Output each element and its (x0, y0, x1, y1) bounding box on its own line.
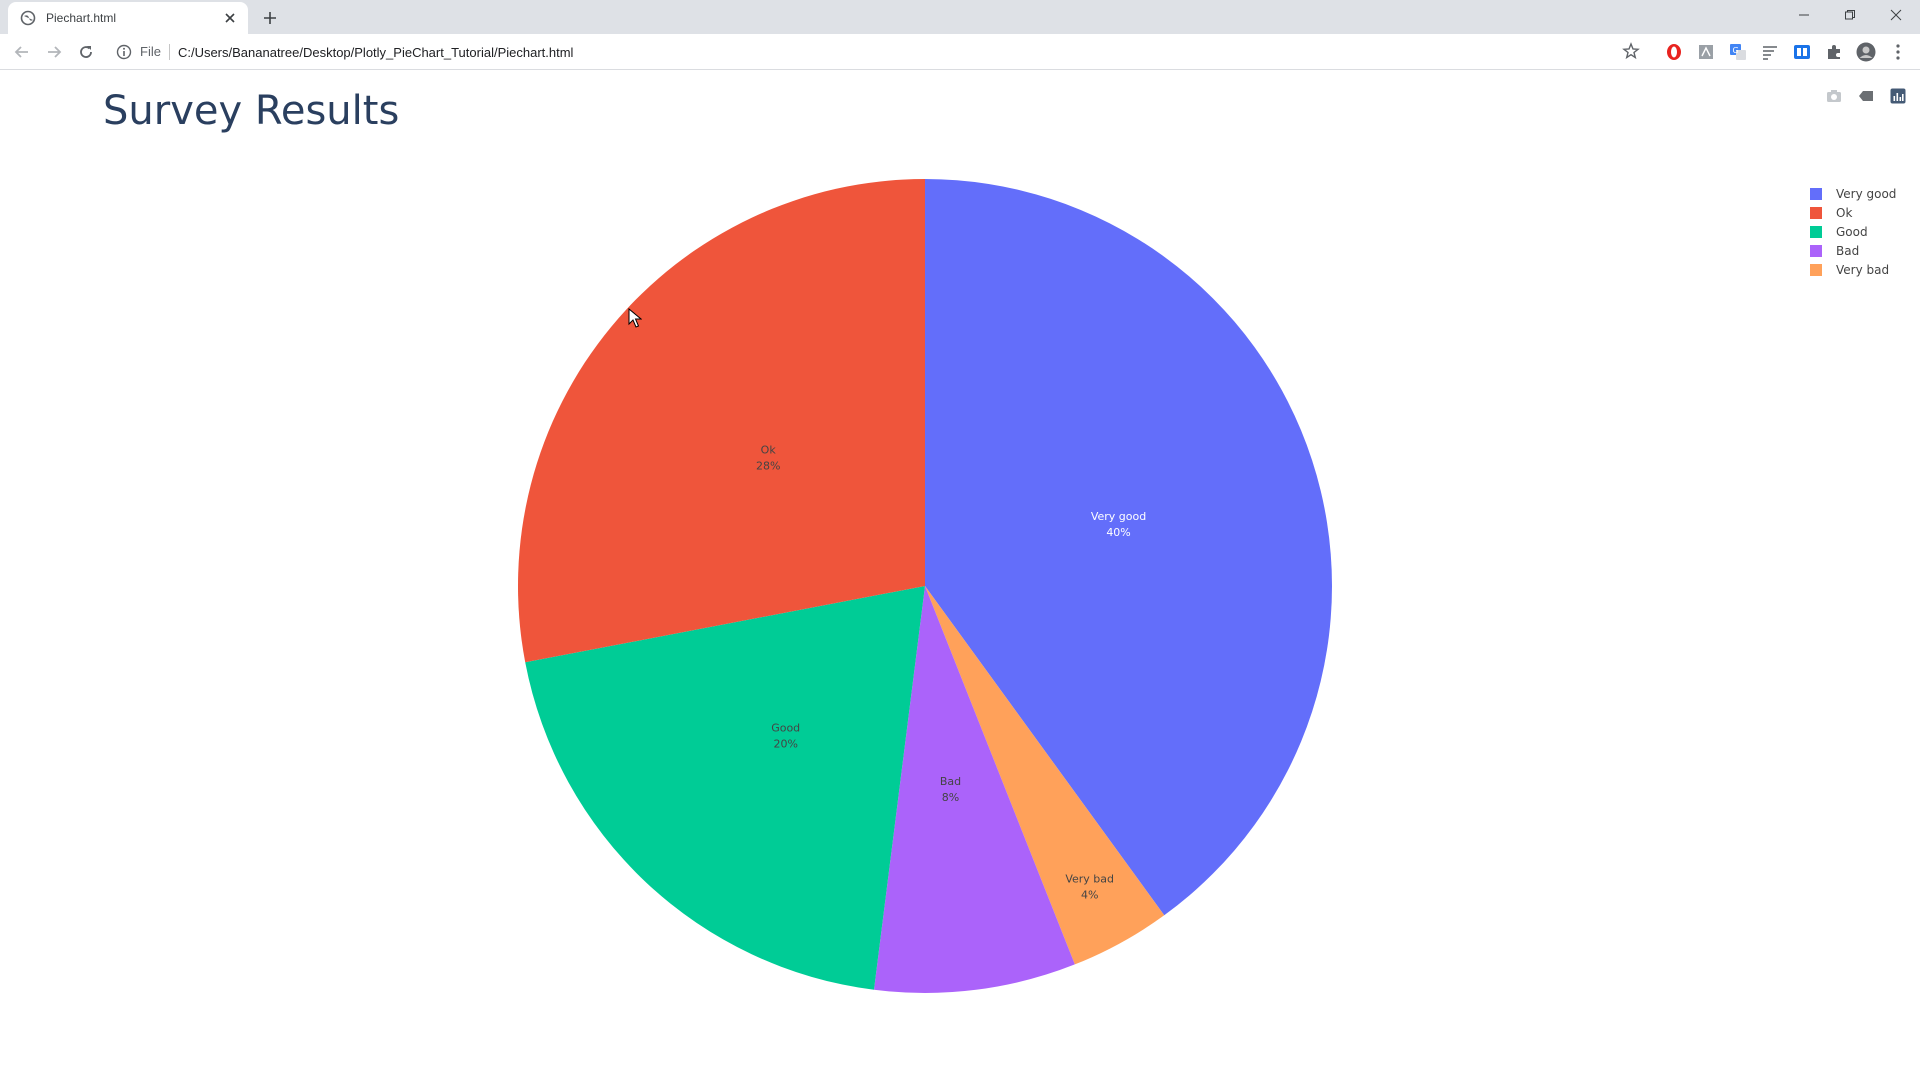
address-bar[interactable]: File C:/Users/Bananatree/Desktop/Plotly_… (108, 38, 1638, 66)
legend-label: Very bad (1836, 262, 1890, 277)
legend-item[interactable]: Good (1810, 222, 1910, 241)
legend-item[interactable]: Very bad (1810, 260, 1910, 279)
browser-tab[interactable]: Piechart.html (8, 2, 248, 34)
pie-slice-ok[interactable] (518, 179, 925, 663)
tab-strip: Piechart.html (0, 0, 1920, 34)
legend-label: Ok (1836, 205, 1853, 220)
mouse-cursor (628, 307, 643, 333)
info-icon[interactable] (116, 44, 132, 60)
legend-swatch (1810, 225, 1822, 238)
legend: Very good Ok Good Bad Very bad (1810, 184, 1910, 279)
pie-chart: Very good 40%Very bad 4%Bad 8%Good 20%Ok 28% (518, 179, 1332, 993)
legend-label: Very good (1836, 186, 1897, 201)
globe-icon (20, 10, 36, 26)
legend-label: Bad (1836, 243, 1860, 258)
legend-swatch (1810, 206, 1822, 219)
browser-toolbar: File C:/Users/Bananatree/Desktop/Plotly_… (0, 34, 1920, 70)
reload-icon[interactable] (74, 40, 98, 64)
reading-list-icon[interactable] (1760, 42, 1780, 62)
pdf-extension-icon[interactable] (1696, 42, 1716, 62)
bookmark-star-icon[interactable] (1622, 42, 1642, 62)
extensions-puzzle-icon[interactable] (1824, 42, 1844, 62)
close-window-icon[interactable] (1874, 0, 1918, 30)
svg-text:G: G (1733, 46, 1739, 55)
url-scheme: File (140, 44, 170, 60)
plot-container: Survey Results Very good 40% Very bad 4% Bad… (0, 70, 1920, 1080)
blue-extension-icon[interactable] (1792, 42, 1812, 62)
legend-item[interactable]: Very good (1810, 184, 1910, 203)
legend-swatch (1810, 187, 1822, 200)
new-tab-button[interactable] (258, 6, 282, 30)
tab-title: Piechart.html (46, 11, 117, 25)
legend-item[interactable]: Bad (1810, 241, 1910, 260)
minimize-icon[interactable] (1782, 0, 1826, 30)
url-text[interactable]: C:/Users/Bananatree/Desktop/Plotly_PieCh… (178, 45, 573, 60)
restore-icon[interactable] (1828, 0, 1872, 30)
forward-icon[interactable] (42, 40, 66, 64)
legend-label: Good (1836, 224, 1868, 239)
legend-swatch (1810, 244, 1822, 257)
translate-extension-icon[interactable]: G (1728, 42, 1748, 62)
back-icon[interactable] (10, 40, 34, 64)
legend-swatch (1810, 263, 1822, 276)
profile-avatar[interactable] (1856, 42, 1876, 62)
close-tab-icon[interactable] (222, 10, 238, 26)
legend-item[interactable]: Ok (1810, 203, 1910, 222)
opera-extension-icon[interactable] (1664, 42, 1684, 62)
menu-kebab-icon[interactable] (1888, 42, 1908, 62)
